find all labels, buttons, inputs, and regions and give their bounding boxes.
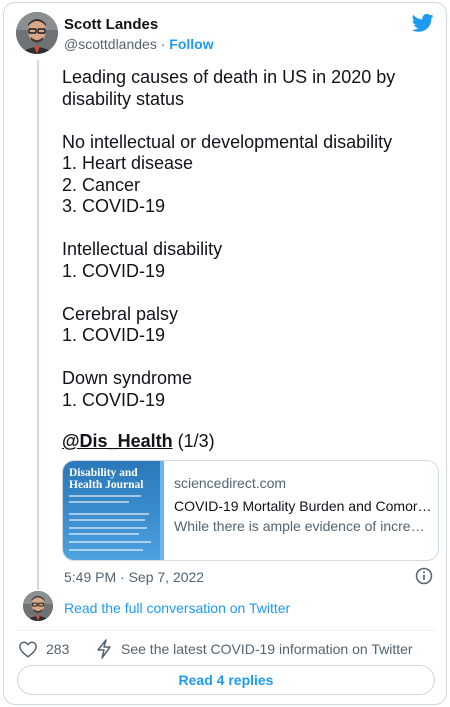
cover-text-line [69, 519, 145, 521]
cover-text-line [69, 533, 139, 535]
author-avatar-small[interactable] [23, 591, 53, 621]
tweet-card: Scott Landes @scottdlandes · Follow Lead… [3, 2, 447, 705]
cover-text-line [69, 549, 143, 551]
thread-marker: (1/3) [177, 431, 215, 451]
author-handle[interactable]: @scottdlandes [64, 36, 157, 52]
info-icon[interactable] [415, 567, 433, 585]
lightning-bolt-icon [97, 639, 111, 659]
separator-dot: · [160, 36, 166, 52]
author-handle-row: @scottdlandes · Follow [64, 36, 214, 52]
cover-edge-strip [160, 461, 164, 560]
link-card-body: sciencedirect.com COVID-19 Mortality Bur… [174, 475, 432, 534]
link-preview-card[interactable]: Disability and Health Journal sciencedir… [62, 460, 439, 561]
journal-title: Disability and Health Journal [69, 467, 143, 491]
journal-title-line: Health Journal [69, 479, 144, 491]
tweet-timestamp[interactable]: 5:49 PM · Sep 7, 2022 [64, 569, 204, 585]
thread-line [37, 60, 39, 590]
author-name[interactable]: Scott Landes [64, 16, 158, 33]
link-title: COVID-19 Mortality Burden and Comorbidit… [174, 498, 432, 514]
cover-text-line [69, 513, 149, 515]
engagement-bar: 283 See the latest COVID-19 information … [18, 639, 438, 659]
cover-text-line [69, 527, 147, 529]
cover-text-line [69, 541, 151, 543]
read-full-conversation-link[interactable]: Read the full conversation on Twitter [64, 600, 290, 616]
link-description: While there is ample evidence of increas… [174, 518, 432, 534]
mention-row: @Dis_Health (1/3) [62, 431, 215, 452]
cover-text-line [69, 495, 141, 497]
covid-info-link[interactable]: See the latest COVID-19 information on T… [121, 641, 413, 657]
follow-button[interactable]: Follow [169, 36, 213, 52]
link-domain: sciencedirect.com [174, 475, 287, 491]
twitter-bird-icon[interactable] [412, 13, 434, 33]
like-count[interactable]: 283 [46, 641, 69, 657]
journal-cover-thumbnail: Disability and Health Journal [63, 461, 164, 560]
author-avatar[interactable] [16, 12, 58, 54]
divider [16, 630, 436, 631]
tweet-text: Leading causes of death in US in 2020 by… [62, 67, 396, 410]
read-replies-button[interactable]: Read 4 replies [17, 665, 435, 695]
heart-icon[interactable] [18, 640, 38, 658]
journal-title-line: Disability and [69, 467, 138, 479]
mention-link[interactable]: @Dis_Health [62, 431, 173, 451]
cover-text-line [69, 501, 129, 503]
